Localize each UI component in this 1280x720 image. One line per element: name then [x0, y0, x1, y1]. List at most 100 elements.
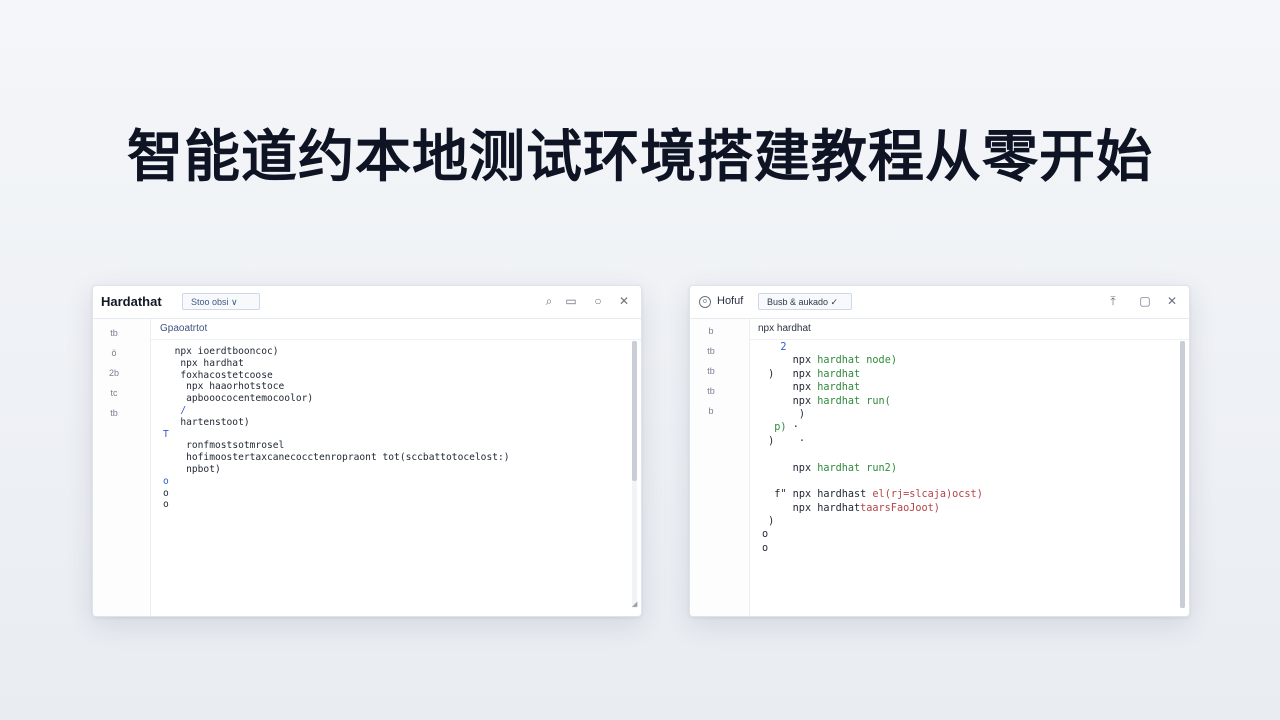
editor-tab-bar: Gpaoatrtot	[151, 319, 641, 340]
debug-icon[interactable]: tc	[107, 387, 121, 399]
code-line: npx hardhat	[163, 358, 510, 370]
debug-icon[interactable]: tb	[704, 385, 718, 397]
code-token: npx	[792, 355, 818, 367]
code-token: )	[768, 516, 775, 528]
app-title: Hofuf	[717, 295, 744, 307]
config-dropdown[interactable]: Busb & aukado ✓	[758, 293, 852, 310]
code-token: p)	[774, 422, 787, 434]
code-line: o	[163, 476, 510, 488]
code-line: ) npx hardhat	[762, 368, 983, 381]
code-token: npx	[792, 368, 818, 380]
editor-tab[interactable]: Gpaoatrtot	[160, 323, 207, 334]
vertical-scrollbar[interactable]	[632, 341, 637, 608]
code-line: ronfmostsotmrosel	[163, 440, 510, 452]
code-line: npx ioerdtbooncoc)	[163, 346, 510, 358]
page-headline: 智能道约本地测试环境搭建教程从零开始	[127, 125, 1153, 190]
code-text: hartenstoot)	[180, 416, 250, 428]
code-token: taarsFaoJoot)	[860, 502, 940, 514]
extensions-icon[interactable]: b	[704, 405, 718, 417]
code-token: hardhat run(	[817, 395, 891, 407]
upload-icon[interactable]: ⤒	[1106, 294, 1120, 308]
window-titlebar: Hardathat Stoo obsi ∨ ⌕ ▭ ○ ✕	[93, 286, 641, 319]
code-line: p) ·	[762, 421, 983, 434]
code-indent: )	[762, 435, 799, 447]
config-dropdown[interactable]: Stoo obsi ∨	[182, 293, 260, 310]
code-text: npx ioerdtbooncoc)	[174, 346, 279, 357]
code-line: f" npx hardhast el(rj=slcaja)ocst)	[762, 488, 983, 501]
code-text: T	[163, 428, 169, 440]
code-text: o	[163, 499, 169, 511]
hardhat-window-left: Hardathat Stoo obsi ∨ ⌕ ▭ ○ ✕ tb ö 2b tc…	[92, 285, 642, 617]
code-text: o	[163, 475, 169, 487]
code-text: npbot)	[186, 463, 221, 475]
code-line: npx hardhat run2)	[762, 462, 983, 475]
code-line: o	[762, 542, 983, 555]
minimize-button[interactable]: ▭	[564, 294, 578, 308]
code-token: hardhat	[817, 382, 861, 394]
code-token: ·	[798, 435, 805, 447]
editor-tab[interactable]: npx hardhat	[758, 323, 811, 334]
search-panel-icon[interactable]: ö	[107, 347, 121, 359]
search-icon[interactable]: ⌕	[542, 294, 556, 308]
code-token: )	[798, 408, 805, 420]
code-token: npx	[792, 395, 818, 407]
code-editor[interactable]: npx ioerdtbooncoc) npx hardhat foxhacost…	[163, 346, 510, 511]
window-titlebar: o Hofuf Busb & aukado ✓ ⤒ ▢ ✕	[690, 286, 1189, 319]
explorer-icon[interactable]: b	[704, 325, 718, 337]
code-line: T	[163, 429, 510, 441]
code-token: hardhat run2)	[817, 462, 897, 474]
code-editor[interactable]: 2 npx hardhat node) ) npx hardhat npx ha…	[762, 341, 983, 555]
close-button[interactable]: ✕	[617, 294, 631, 308]
source-control-icon[interactable]: tb	[704, 365, 718, 377]
editor-tab-bar: npx hardhat	[750, 319, 1189, 340]
vertical-scrollbar[interactable]	[1180, 341, 1185, 608]
code-line: hartenstoot)	[163, 417, 510, 429]
code-line: foxhacostetcoose	[163, 370, 510, 382]
code-line: npbot)	[163, 464, 510, 476]
code-text: ronfmostsotmrosel	[186, 440, 285, 452]
explorer-icon[interactable]: tb	[107, 327, 121, 339]
scrollbar-thumb[interactable]	[632, 341, 637, 481]
resize-grip-icon[interactable]: ◢	[632, 601, 638, 608]
page: 智能道约本地测试环境搭建教程从零开始 Hardathat Stoo obsi ∨…	[0, 0, 1280, 720]
extensions-icon[interactable]: tb	[107, 407, 121, 419]
activity-bar: b tb tb tb b	[690, 319, 750, 616]
code-token: 2	[780, 342, 787, 353]
code-line: hofimoostertaxcanecocctenropraont tot(sc…	[163, 452, 509, 464]
code-token: el(rj=slcaja)ocst)	[872, 489, 983, 501]
activity-bar: tb ö 2b tc tb	[93, 319, 151, 616]
code-text: /	[180, 404, 187, 416]
code-line: )	[762, 408, 983, 421]
code-token: ·	[786, 422, 799, 434]
code-line: ) ·	[762, 435, 983, 448]
close-button[interactable]: ✕	[1165, 294, 1179, 308]
code-text: foxhacostetcoose	[180, 369, 273, 381]
comment-icon[interactable]: ▢	[1138, 294, 1152, 308]
code-line: npx hardhat	[762, 381, 983, 394]
code-indent: )	[762, 368, 793, 380]
source-control-icon[interactable]: 2b	[107, 367, 121, 379]
code-line: npx haaorhotstoce	[163, 381, 510, 393]
code-line: o	[762, 528, 983, 541]
code-line: o	[163, 488, 510, 500]
maximize-button[interactable]: ○	[591, 294, 605, 308]
search-panel-icon[interactable]: tb	[704, 345, 718, 357]
scrollbar-thumb[interactable]	[1180, 341, 1185, 608]
code-token: o	[762, 529, 769, 541]
